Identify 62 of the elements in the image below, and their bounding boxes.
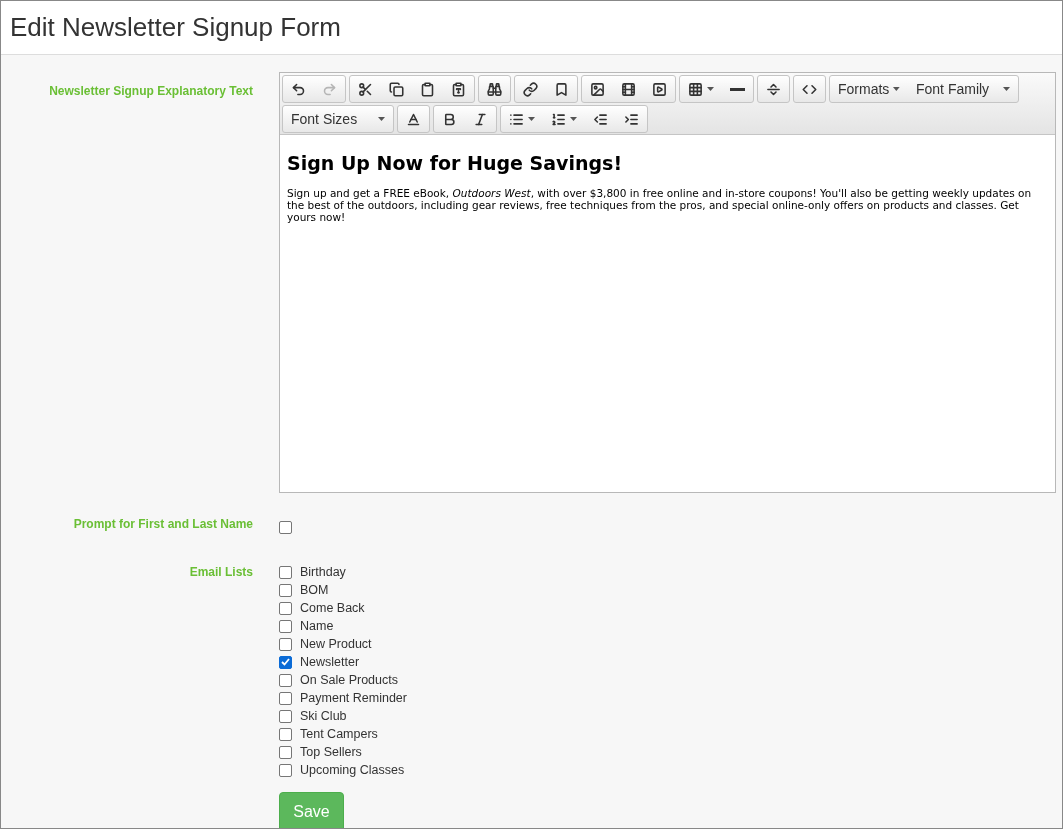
bullet-list-icon	[509, 111, 524, 127]
field-label: Newsletter Signup Explanatory Text	[48, 83, 253, 100]
bold-icon	[442, 111, 457, 127]
checkbox-label: BOM	[300, 581, 329, 599]
checkbox[interactable]	[279, 521, 292, 534]
checkbox-label: Birthday	[300, 563, 346, 581]
checkbox-label: On Sale Products	[300, 671, 398, 689]
cut-icon	[358, 81, 373, 97]
checkbox-label: Tent Campers	[300, 725, 378, 743]
copy-icon	[389, 81, 404, 97]
table-icon	[688, 81, 703, 97]
checkbox[interactable]	[279, 727, 292, 741]
checkbox-label: Ski Club	[300, 707, 347, 725]
page-title: Edit Newsletter Signup Form	[10, 11, 341, 44]
media-icon	[652, 81, 667, 97]
checkbox[interactable]	[279, 691, 292, 705]
film-icon	[621, 81, 636, 97]
checkbox-label: Newsletter	[300, 653, 360, 671]
find-icon	[487, 81, 502, 97]
checkbox[interactable]	[279, 745, 292, 759]
checkbox[interactable]	[279, 601, 292, 615]
undo-icon	[291, 81, 306, 97]
caret-icon	[378, 117, 385, 121]
indent-icon	[624, 111, 639, 127]
checkbox-label: Top Sellers	[300, 743, 362, 761]
text-color-icon	[406, 111, 421, 127]
numbered-list-icon	[551, 111, 566, 127]
caret-icon	[570, 117, 577, 121]
font-sizes-dropdown[interactable]: Font Sizes	[283, 106, 393, 132]
caret-icon	[528, 117, 535, 121]
formats-dropdown[interactable]: Formats	[830, 76, 908, 102]
font-family-dropdown[interactable]: Font Family	[908, 76, 1018, 102]
redo-icon	[322, 81, 337, 97]
field-label: Prompt for First and Last Name	[72, 516, 253, 533]
page-break-icon	[766, 81, 781, 97]
caret-icon	[893, 87, 900, 91]
field-label: Email Lists	[188, 564, 253, 581]
caret-icon	[1003, 87, 1010, 91]
checkbox[interactable]	[279, 583, 292, 597]
content-paragraph: Sign up and get a FREE eBook, Outdoors West, with over $3,800 in free online and in-store coupons! You'll also be getting weekly updates on the best of the outdoors, including gear reviews, free techniques from the pros, and special online-only offers on products and classes. Get yours now!	[287, 186, 1033, 223]
checkbox[interactable]	[279, 637, 292, 651]
italic-icon	[473, 111, 488, 127]
checkbox[interactable]	[279, 655, 292, 669]
bookmark-icon	[554, 81, 569, 97]
checkbox[interactable]	[279, 709, 292, 723]
paste-icon	[420, 81, 435, 97]
checkbox[interactable]	[279, 673, 292, 687]
checkbox[interactable]	[279, 763, 292, 777]
image-icon	[590, 81, 605, 97]
checkbox[interactable]	[279, 619, 292, 633]
checkbox-label: Upcoming Classes	[300, 761, 405, 779]
checkbox-label: Payment Reminder	[300, 689, 407, 707]
checkbox[interactable]	[279, 565, 292, 579]
checkbox-label: Come Back	[300, 599, 365, 617]
content-heading: Sign Up Now for Huge Savings!	[287, 151, 624, 176]
checkbox-label: Name	[300, 617, 334, 635]
checkbox-label: New Product	[300, 635, 372, 653]
outdent-icon	[593, 111, 608, 127]
link-icon	[523, 81, 538, 97]
rich-text-editor[interactable]	[279, 72, 1056, 493]
caret-icon	[707, 87, 714, 91]
paste-text-icon	[451, 81, 466, 97]
